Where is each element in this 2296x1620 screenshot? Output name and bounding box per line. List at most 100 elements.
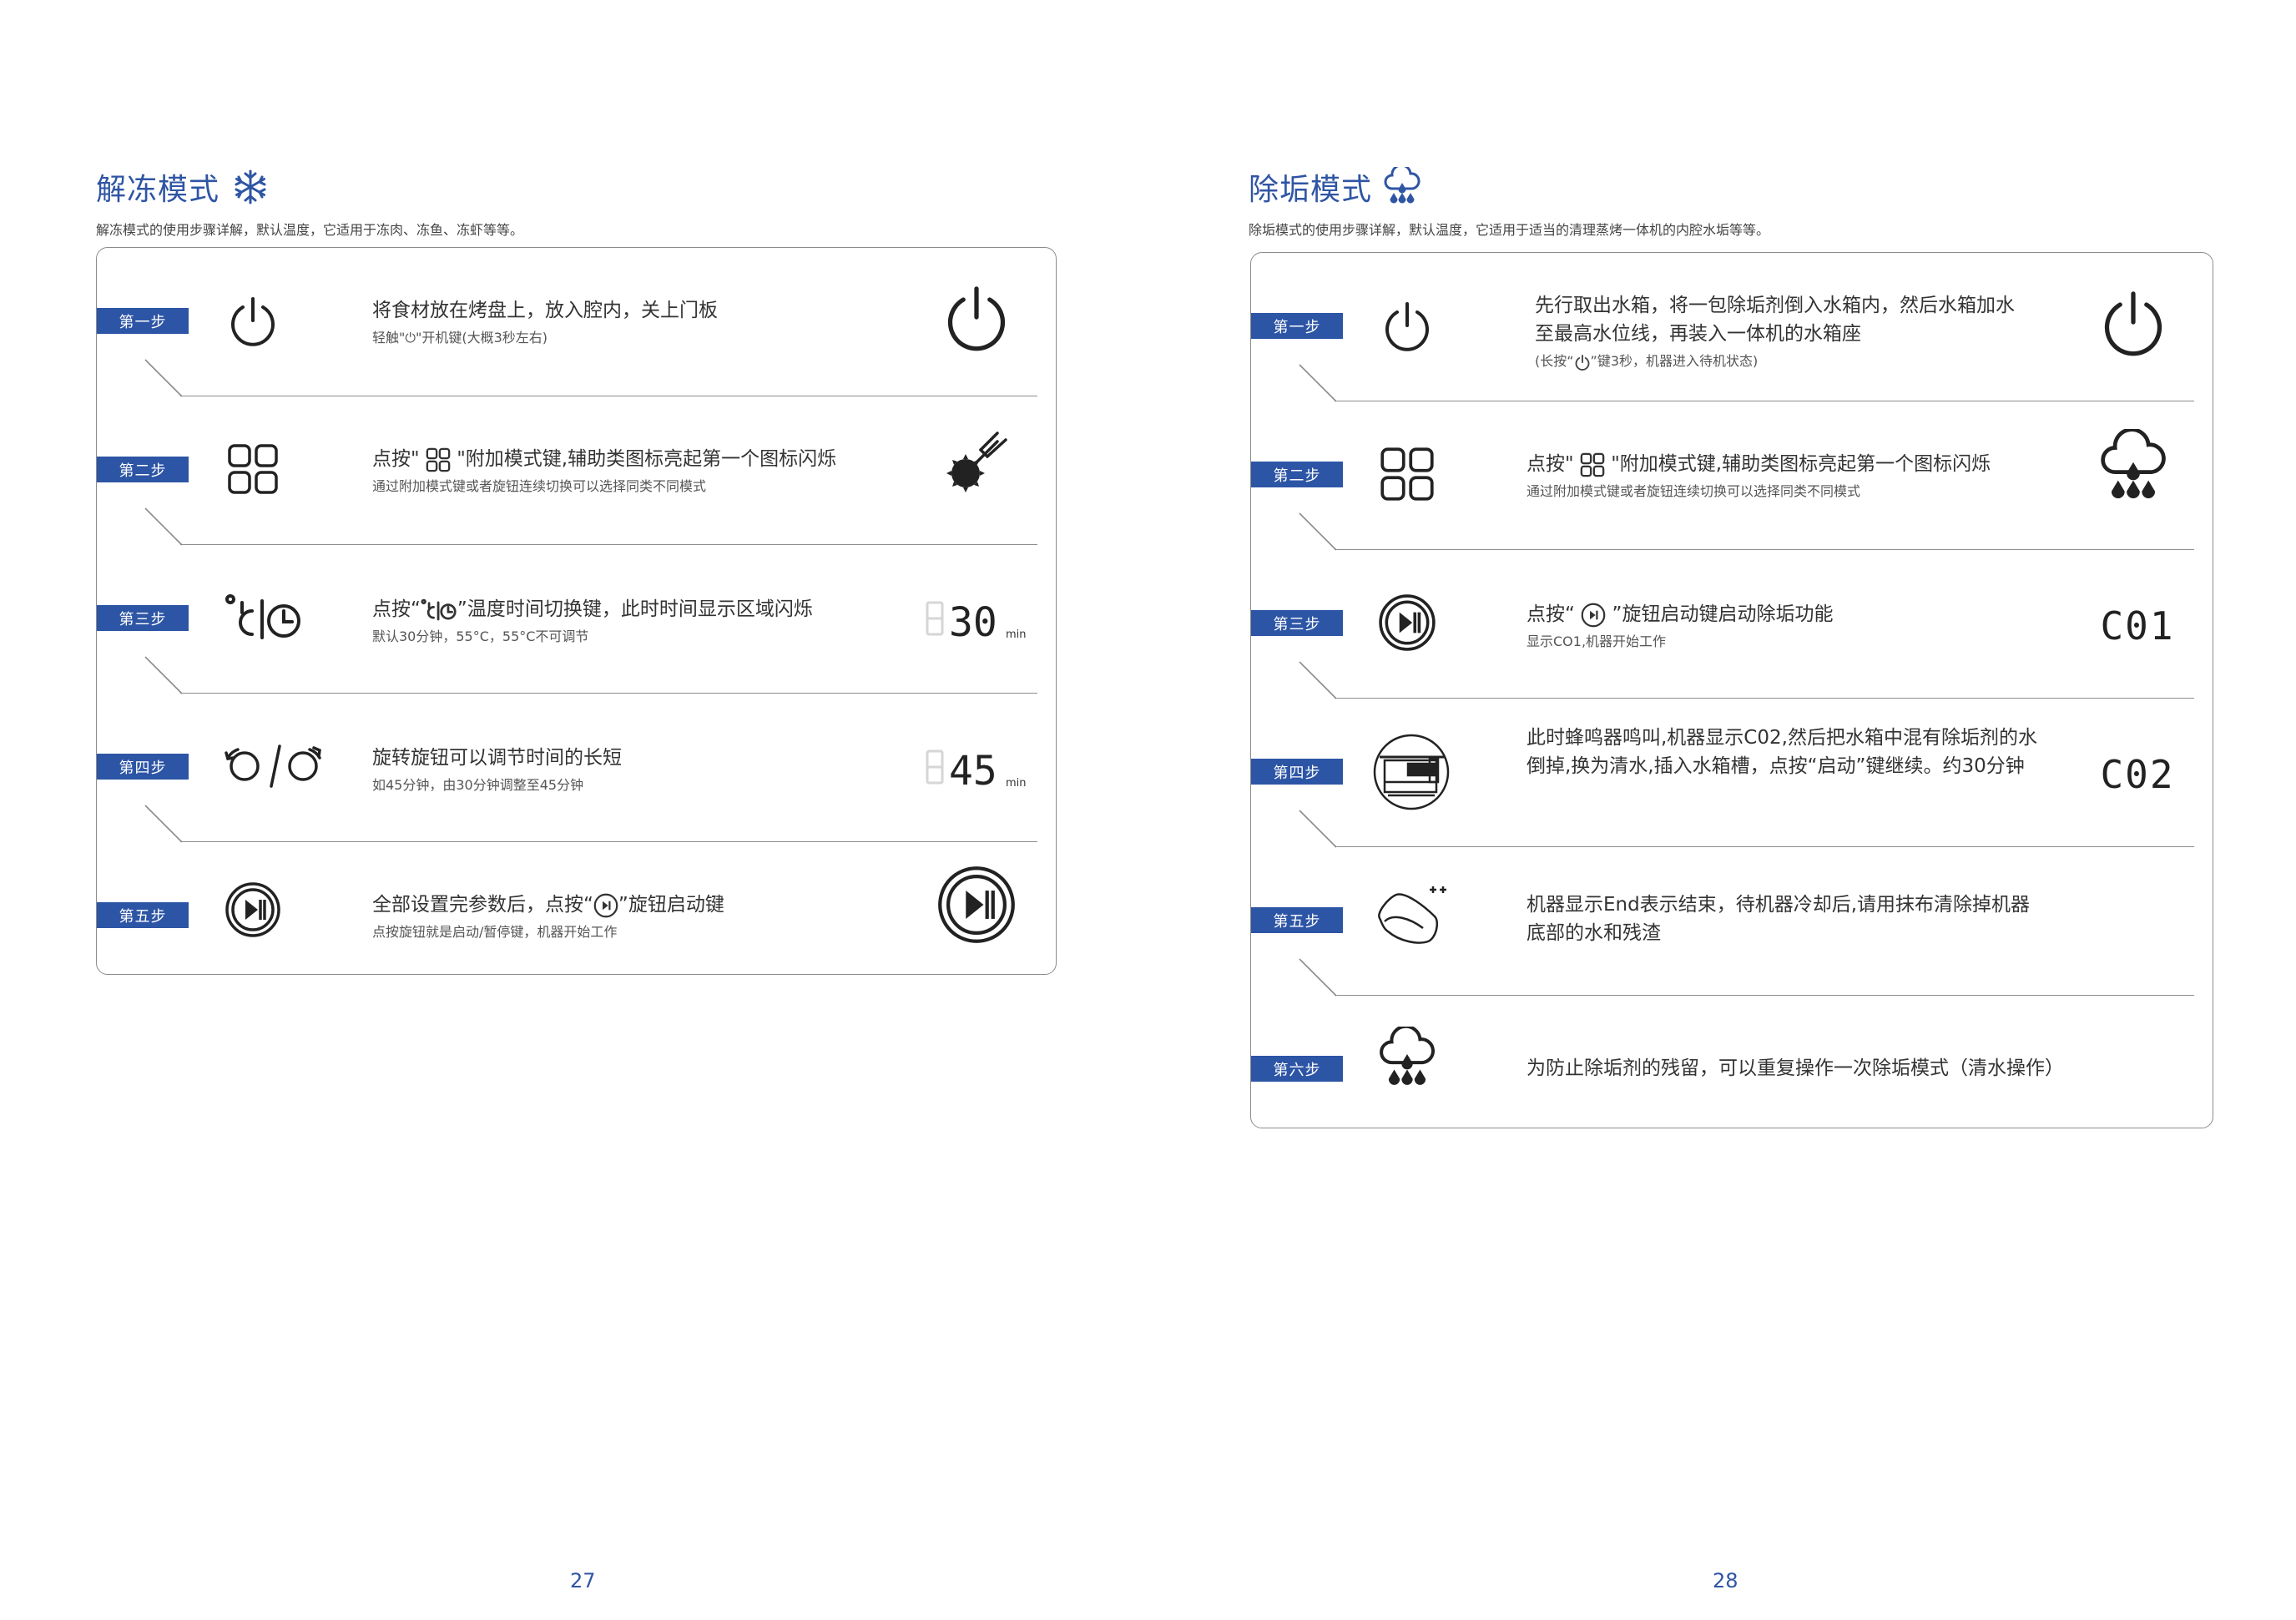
step-divider-notch	[1299, 810, 1337, 848]
text-part: (长按“	[1535, 353, 1574, 369]
step-main-text: 点按" "附加模式键,辅助类图标亮起第一个图标闪烁	[372, 445, 889, 473]
thaw-mode-icon	[931, 426, 1022, 502]
step-text: 先行取出水箱，将一包除垢剂倒入水箱内，然后水箱加水至最高水位线，再装入一体机的水…	[1535, 291, 2029, 371]
text-part: 全部设置完参数后，点按“	[372, 894, 593, 916]
text-part: "附加模式键,辅助类图标亮起第一个图标闪烁	[1604, 453, 1991, 475]
power-icon	[222, 290, 284, 351]
step-tag: 第四步	[97, 754, 189, 780]
page-left: 解冻模式 解冻模式的使用步骤详解，默认温度，它适用于冻肉、冻鱼、冻虾等等。 第一…	[0, 0, 1148, 1620]
step-divider-notch	[1299, 661, 1337, 699]
cloth-icon	[1368, 876, 1451, 959]
thaw-step-5: 第五步 全部设置完参数后，点按“ ”旋钮启动键 点按旋钮就是启动/暂停键，机器开始…	[97, 842, 1056, 974]
time-display-value: 45	[949, 748, 997, 793]
descale-step-2: 第二步 点按" "附加模式键,辅助类图标亮起第一个图标闪烁 通过附加模式键或者旋…	[1251, 401, 2213, 551]
text-part: ”旋钮启动键	[618, 894, 724, 916]
step-tag: 第二步	[97, 457, 189, 482]
step-main-text: 点按“ ”温度时间切换键，此时时间显示区域闪烁	[372, 595, 889, 623]
descale-step-6: 第六步 为防止除垢剂的残留，可以重复操作一次除垢模式（清水操作）	[1251, 996, 2213, 1128]
step-tag: 第一步	[97, 308, 189, 334]
step-text: 点按" "附加模式键,辅助类图标亮起第一个图标闪烁 通过附加模式键或者旋钮连续切…	[1526, 450, 2046, 500]
section-subtitle-descale: 除垢模式的使用步骤详解，默认温度，它适用于适当的清理蒸烤一体机的内腔水垢等等。	[1249, 222, 1770, 238]
page-number: 28	[1713, 1569, 1738, 1592]
thaw-step-4: 第四步 旋转旋钮可以调节时间的长短 如45分钟，由30分钟调整至45分钟 45 …	[97, 694, 1056, 843]
descale-step-3: 第三步 点按“ ”旋钮启动键启动除垢功能 显示CO1,机器开始工作 C01	[1251, 550, 2213, 699]
play-pause-icon	[1376, 592, 1438, 654]
step-divider-notch	[1299, 958, 1337, 997]
step-tag: 第一步	[1251, 313, 1343, 339]
descale-step-1: 第一步 先行取出水箱，将一包除垢剂倒入水箱内，然后水箱加水至最高水位线，再装入一…	[1251, 253, 2213, 402]
step-divider-notch	[1299, 512, 1337, 551]
step-tag: 第六步	[1251, 1056, 1343, 1082]
step-tag: 第二步	[1251, 462, 1343, 487]
text-part: ”温度时间切换键，此时时间显示区域闪烁	[457, 598, 813, 620]
step-text: 为防止除垢剂的残留，可以重复操作一次除垢模式（清水操作）	[1526, 1054, 2146, 1083]
segment-display: C01	[2087, 588, 2188, 664]
step-text: 点按“ ”旋钮启动键启动除垢功能 显示CO1,机器开始工作	[1526, 600, 2046, 650]
segment-display-value: C02	[2100, 752, 2175, 797]
mode-grid-icon	[1376, 443, 1438, 505]
step-tag: 第四步	[1251, 759, 1343, 785]
step-text: 机器显示End表示结束，待机器冷却后,请用抹布清除掉机器底部的水和残渣	[1526, 891, 2046, 947]
section-subtitle-thaw: 解冻模式的使用步骤详解，默认温度，它适用于冻肉、冻鱼、冻虾等等。	[96, 222, 524, 238]
segment-display-value: C01	[2100, 603, 2175, 649]
step-note: 通过附加模式键或者旋钮连续切换可以选择同类不同模式	[372, 478, 707, 494]
segment-display: C02	[2087, 737, 2188, 812]
step-main-text: 点按" "附加模式键,辅助类图标亮起第一个图标闪烁	[1526, 450, 2046, 478]
page-right: 除垢模式 除垢模式的使用步骤详解，默认温度，它适用于适当的清理蒸烤一体机的内腔水…	[1148, 0, 2296, 1620]
step-note: 通过附加模式键或者旋钮连续切换可以选择同类不同模式	[1526, 483, 1861, 499]
section-title-descale: 除垢模式	[1249, 165, 1420, 209]
descale-icon	[1384, 167, 1420, 207]
step-note: 默认30分钟，55°C，55°C不可调节	[372, 628, 589, 644]
thaw-step-2: 第二步 点按" "附加模式键,辅助类图标亮起第一个图标闪烁 通过附加模式键或者旋…	[97, 396, 1056, 546]
play-pause-icon	[222, 879, 284, 941]
step-main-text: 此时蜂鸣器鸣叫,机器显示C02,然后把水箱中混有除垢剂的水倒掉,换为清水,插入水…	[1526, 727, 2037, 777]
step-text: 将食材放在烤盘上，放入腔内，关上门板 轻触"⏻"开机键(大概3秒左右)	[372, 296, 889, 346]
mode-grid-icon	[1580, 452, 1605, 477]
step-note: 如45分钟，由30分钟调整至45分钟	[372, 777, 584, 793]
thaw-steps-panel: 第一步 将食材放在烤盘上，放入腔内，关上门板 轻触"⏻"开机键(大概3秒左右) …	[96, 247, 1057, 975]
step-main-text: 为防止除垢剂的残留，可以重复操作一次除垢模式（清水操作）	[1526, 1057, 2064, 1079]
step-note: 点按旋钮就是启动/暂停键，机器开始工作	[372, 924, 618, 940]
mode-grid-icon	[222, 438, 284, 500]
descale-step-5: 第五步 机器显示End表示结束，待机器冷却后,请用抹布清除掉机器底部的水和残渣	[1251, 847, 2213, 997]
time-display-value: 30	[949, 599, 997, 644]
play-pause-icon	[1581, 603, 1606, 628]
power-icon	[931, 280, 1022, 355]
step-note: 显示CO1,机器开始工作	[1526, 633, 1667, 649]
text-part: ”键3秒，机器进入待机状态)	[1590, 353, 1759, 369]
step-divider-notch	[144, 656, 183, 694]
step-divider-notch	[144, 805, 183, 843]
step-text: 此时蜂鸣器鸣叫,机器显示C02,然后把水箱中混有除垢剂的水倒掉,换为清水,插入水…	[1526, 724, 2046, 780]
step-tag: 第三步	[1251, 610, 1343, 636]
text-part: "附加模式键,辅助类图标亮起第一个图标闪烁	[450, 448, 837, 470]
temp-time-switch-icon	[222, 587, 305, 649]
power-icon	[2087, 285, 2179, 360]
time-display: 30 min	[924, 582, 1032, 657]
time-display-unit: min	[1006, 628, 1027, 641]
text-part: 点按“	[1526, 603, 1582, 625]
step-main-text: 全部设置完参数后，点按“ ”旋钮启动键	[372, 891, 889, 919]
page-number: 27	[570, 1569, 596, 1592]
descale-icon	[1376, 1027, 1438, 1091]
step-note: (长按“ ”键3秒，机器进入待机状态)	[1535, 350, 2029, 371]
step-divider-notch	[144, 359, 183, 397]
rotate-knob-icon	[219, 735, 327, 797]
step-tag: 第五步	[1251, 907, 1343, 933]
step-main-text: 旋转旋钮可以调节时间的长短	[372, 747, 622, 769]
descale-step-4: 第四步 此时蜂鸣器鸣叫,机器显示C02,然后把水箱中混有除垢剂的水倒掉,换为清水…	[1251, 699, 2213, 848]
text-part: 点按"	[372, 448, 426, 470]
step-text: 点按" "附加模式键,辅助类图标亮起第一个图标闪烁 通过附加模式键或者旋钮连续切…	[372, 445, 889, 495]
play-pause-icon	[593, 893, 618, 918]
step-text: 全部设置完参数后，点按“ ”旋钮启动键 点按旋钮就是启动/暂停键，机器开始工作	[372, 891, 889, 941]
step-tag: 第五步	[97, 902, 189, 928]
step-divider-notch	[144, 507, 183, 546]
time-display: 45 min	[924, 730, 1032, 805]
text-part: ”旋钮启动键启动除垢功能	[1606, 603, 1834, 625]
power-icon	[1574, 354, 1591, 371]
water-tank-icon	[1371, 732, 1451, 812]
step-text: 点按“ ”温度时间切换键，此时时间显示区域闪烁 默认30分钟，55°C，55°C不…	[372, 595, 889, 645]
power-icon	[1376, 295, 1438, 356]
temp-time-switch-icon	[421, 598, 457, 623]
thaw-step-3: 第三步 点按“ ”温度时间切换键，此时时间显示区域闪烁 默认30分钟，55°C，5…	[97, 545, 1056, 694]
step-text: 旋转旋钮可以调节时间的长短 如45分钟，由30分钟调整至45分钟	[372, 744, 889, 794]
